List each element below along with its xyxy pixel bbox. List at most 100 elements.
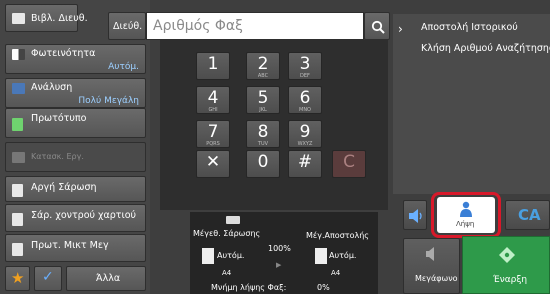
resolution-icon xyxy=(12,83,25,94)
brightness-button[interactable]: Φωτεινότητα Αυτόμ. xyxy=(5,44,146,74)
send-paper-icon xyxy=(315,248,327,264)
keypad-key[interactable]: 6 MNO xyxy=(288,86,322,114)
scan-paper-size: A4 xyxy=(222,269,232,277)
job-build-icon xyxy=(12,152,25,163)
address-book-label: Βιβλ. Διευθ. xyxy=(31,13,88,24)
speaker-icon xyxy=(426,247,434,261)
resolution-value: Πολύ Μεγάλη xyxy=(78,96,139,106)
slow-scan-button[interactable]: Αργή Σάρωση xyxy=(5,176,146,202)
keypad-key-letters: PQRS xyxy=(206,141,220,147)
mixed-size-original-button[interactable]: Πρωτ. Μικτ Μεγ xyxy=(5,234,146,262)
favorites-button[interactable]: ★ xyxy=(5,266,30,291)
ca-label: CA xyxy=(518,206,541,224)
others-label: Άλλα xyxy=(96,273,121,284)
address-book-button[interactable]: Βιβλ. Διευθ. xyxy=(5,4,88,32)
slow-scan-icon xyxy=(12,184,23,197)
keypad-key[interactable]: 4 GHI xyxy=(196,86,230,114)
keypad-key[interactable]: # xyxy=(288,150,322,178)
keypad-key-letters: WXYZ xyxy=(297,141,313,147)
start-button[interactable]: Έναρξη xyxy=(462,236,550,294)
ca-button[interactable]: CA xyxy=(505,200,550,230)
search-icon xyxy=(371,20,385,34)
send-history-link[interactable]: Αποστολή Ιστορικού xyxy=(421,22,518,33)
keypad-key[interactable]: 8 TUV xyxy=(246,120,280,148)
keypad-key[interactable]: ✕ xyxy=(196,150,230,178)
search-number-call-link[interactable]: Κλήση Αριθμού Αναζήτησης xyxy=(421,43,550,54)
keypad-key[interactable]: 5 JKL xyxy=(246,86,280,114)
person-icon xyxy=(460,201,472,217)
others-button[interactable]: Άλλα xyxy=(66,266,146,291)
search-button[interactable] xyxy=(364,12,390,40)
keypad-key[interactable]: 7 PQRS xyxy=(196,120,230,148)
mixed-size-icon xyxy=(12,243,23,256)
keypad-key-letters: ABC xyxy=(257,73,269,79)
keypad-key-digit: 1 xyxy=(207,54,219,74)
thick-paper-scan-label: Σάρ. χοντρού χαρτιού xyxy=(31,210,137,221)
document-icon xyxy=(12,118,23,131)
keypad-key-letters: TUV xyxy=(257,141,269,147)
send-size-label: Μέγ.Αποστολής xyxy=(306,231,369,240)
volume-button[interactable] xyxy=(403,200,427,230)
keypad-key-digit: 7 xyxy=(207,122,219,142)
scan-size-value: Αυτόμ. xyxy=(217,251,245,260)
keypad-key-digit: ✕ xyxy=(205,152,221,172)
fax-number-placeholder: Αριθμός Φαξ xyxy=(153,18,243,34)
thick-paper-scan-button[interactable]: Σάρ. χοντρού χαρτιού xyxy=(5,204,146,232)
slow-scan-label: Αργή Σάρωση xyxy=(31,182,97,193)
brightness-label: Φωτεινότητα xyxy=(31,48,96,59)
fax-memory-label: Μνήμη λήψης Φαξ: xyxy=(211,283,287,292)
original-button[interactable]: Πρωτότυπο xyxy=(5,108,146,138)
start-diamond-icon xyxy=(499,247,515,263)
original-label: Πρωτότυπο xyxy=(31,113,87,124)
fax-number-input[interactable]: Αριθμός Φαξ xyxy=(146,12,364,40)
keypad-key-digit: 9 xyxy=(299,122,311,142)
chevron-right-icon[interactable]: › xyxy=(398,22,403,36)
keypad-key-letters: GHI xyxy=(208,107,218,113)
resolution-label: Ανάλυση xyxy=(31,82,73,93)
volume-icon xyxy=(409,209,422,223)
arrow-right-icon: ▶ xyxy=(276,261,282,269)
zoom-ratio: 100% xyxy=(268,244,291,253)
keypad-key-digit: # xyxy=(297,152,313,172)
brightness-value: Αυτόμ. xyxy=(108,62,139,72)
keypad-key-digit: 4 xyxy=(207,88,219,108)
keypad-key[interactable]: 1 xyxy=(196,52,230,80)
speaker-label: Μεγάφωνο xyxy=(415,274,458,283)
send-paper-size: A4 xyxy=(331,269,341,277)
job-build-label: Κατασκ. Εργ. xyxy=(31,152,84,161)
mixed-size-label: Πρωτ. Μικτ Μεγ xyxy=(31,240,109,251)
keypad-key[interactable]: 3 DEF xyxy=(288,52,322,80)
receive-button[interactable]: Λήψη xyxy=(437,197,495,233)
checklist-button[interactable]: ✓ xyxy=(34,266,62,291)
keypad-key[interactable]: 9 WXYZ xyxy=(288,120,322,148)
address-button[interactable]: Διεύθ. xyxy=(108,12,146,40)
keypad-key-letters: JKL xyxy=(259,107,267,113)
thick-paper-icon xyxy=(12,213,23,226)
keypad-key-digit: 3 xyxy=(299,54,311,74)
right-panel xyxy=(393,14,550,194)
start-label: Έναρξη xyxy=(493,275,528,285)
keypad-key[interactable]: 0 xyxy=(246,150,280,178)
keypad-key-letters: DEF xyxy=(300,73,310,79)
star-icon: ★ xyxy=(11,269,25,287)
check-icon: ✓ xyxy=(42,269,54,285)
resolution-button[interactable]: Ανάλυση Πολύ Μεγάλη xyxy=(5,78,146,108)
clear-key[interactable]: C xyxy=(332,150,366,178)
address-button-label: Διεύθ. xyxy=(113,21,143,32)
book-icon xyxy=(12,13,25,24)
brightness-icon xyxy=(12,49,25,60)
scan-size-label: Μέγεθ. Σάρωσης xyxy=(193,229,261,238)
keypad-key-digit: 6 xyxy=(299,88,311,108)
speaker-button[interactable]: Μεγάφωνο xyxy=(403,238,460,294)
fax-memory-value: 0% xyxy=(317,283,330,292)
job-build-button[interactable]: Κατασκ. Εργ. xyxy=(5,142,146,172)
keypad-key[interactable]: 2 ABC xyxy=(246,52,280,80)
keypad-key-digit: 5 xyxy=(257,88,269,108)
keypad-key-letters: MNO xyxy=(299,107,311,113)
keypad-key-digit: 0 xyxy=(257,152,269,172)
keypad-key-digit: 2 xyxy=(257,54,269,74)
keypad-key-digit: 8 xyxy=(257,122,269,142)
send-size-value: Αυτόμ. xyxy=(329,251,357,260)
scanner-icon xyxy=(226,216,240,224)
clear-key-label: C xyxy=(343,152,355,172)
